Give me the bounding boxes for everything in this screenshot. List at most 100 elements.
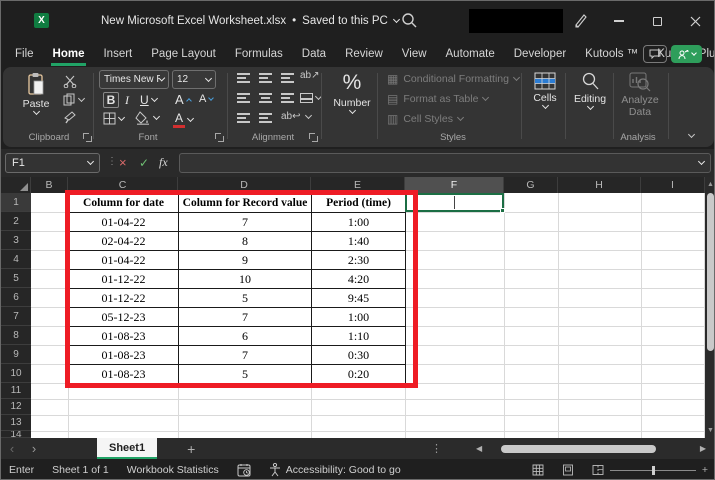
column-header-B[interactable]: B [31, 177, 68, 193]
row-header-12[interactable]: 12 [1, 399, 31, 415]
column-header-G[interactable]: G [504, 177, 558, 193]
search-icon[interactable] [401, 12, 418, 29]
workbook-statistics[interactable]: Workbook Statistics [127, 464, 219, 476]
minimize-button[interactable] [600, 1, 638, 41]
sheet-tab-sheet1[interactable]: Sheet1 [97, 438, 157, 459]
tab-kutools[interactable]: Kutools ™ [585, 48, 638, 60]
tab-insert[interactable]: Insert [103, 48, 132, 60]
select-all-corner[interactable] [1, 177, 31, 193]
formula-input[interactable] [179, 153, 711, 173]
decrease-font-button[interactable]: A [199, 93, 213, 105]
cut-button[interactable] [63, 75, 77, 88]
scroll-left-icon[interactable]: ◀ [476, 444, 482, 453]
row-header-14[interactable]: 14 [1, 431, 31, 438]
accessibility-status[interactable]: Accessibility: Good to go [269, 463, 401, 477]
zoom-slider[interactable] [610, 470, 696, 471]
align-center-icon[interactable] [259, 93, 272, 103]
decrease-indent-icon[interactable] [237, 113, 250, 123]
formula-bar-divider[interactable]: ⋮ [107, 156, 117, 167]
draw-pen-icon[interactable] [573, 12, 589, 28]
align-bottom-icon[interactable] [281, 73, 294, 83]
number-group-button[interactable]: % Number [329, 71, 375, 113]
align-top-icon[interactable] [237, 73, 250, 83]
font-color-button[interactable]: A [173, 111, 193, 128]
italic-button[interactable]: I [125, 93, 129, 108]
increase-font-button[interactable]: A [175, 92, 191, 107]
row-header-5[interactable]: 5 [1, 269, 31, 288]
column-header-H[interactable]: H [558, 177, 641, 193]
calendar-clock-icon[interactable] [237, 463, 251, 477]
share-button[interactable] [671, 45, 702, 63]
tab-data[interactable]: Data [302, 48, 326, 60]
maximize-button[interactable] [638, 1, 676, 41]
enter-check-icon[interactable]: ✓ [139, 156, 149, 170]
page-layout-view-icon[interactable] [562, 464, 574, 476]
editing-group-button[interactable]: Editing [569, 72, 611, 109]
row-header-2[interactable]: 2 [1, 212, 31, 231]
tab-view[interactable]: View [402, 48, 427, 60]
column-header-F[interactable]: F [405, 177, 504, 193]
bold-button[interactable]: B [103, 92, 119, 108]
align-right-icon[interactable] [281, 93, 294, 103]
tab-home[interactable]: Home [53, 48, 85, 60]
scroll-right-icon[interactable]: ▶ [700, 444, 706, 453]
name-box[interactable]: F1 [5, 153, 100, 173]
zoom-out-icon[interactable]: − [598, 464, 604, 476]
normal-view-icon[interactable] [532, 464, 544, 476]
comments-button[interactable] [643, 45, 667, 63]
row-header-3[interactable]: 3 [1, 231, 31, 250]
increase-indent-icon[interactable] [259, 113, 272, 123]
saved-status-chevron-icon[interactable] [393, 16, 400, 23]
align-middle-icon[interactable] [259, 73, 272, 83]
row-header-6[interactable]: 6 [1, 288, 31, 307]
font-size-combo[interactable]: 12 [172, 70, 216, 89]
insert-function-icon[interactable]: fx [159, 155, 168, 170]
copy-button[interactable] [63, 93, 84, 106]
row-header-11[interactable]: 11 [1, 383, 31, 399]
fill-handle[interactable] [500, 208, 505, 213]
clipboard-dialog-launcher-icon[interactable] [83, 133, 92, 142]
vertical-scrollbar[interactable]: ▲ ▼ [705, 177, 715, 438]
tab-formulas[interactable]: Formulas [235, 48, 283, 60]
collapse-ribbon-chevron-icon[interactable] [688, 131, 695, 138]
row-header-1[interactable]: 1 [1, 193, 31, 212]
align-left-icon[interactable] [237, 93, 250, 103]
cancel-icon[interactable]: × [119, 155, 127, 170]
row-header-9[interactable]: 9 [1, 345, 31, 364]
underline-button[interactable]: U [140, 93, 157, 107]
column-header-I[interactable]: I [641, 177, 705, 193]
paste-button[interactable]: Paste [17, 72, 55, 114]
fill-color-button[interactable] [135, 111, 159, 125]
saved-status[interactable]: Saved to this PC [302, 15, 388, 27]
close-button[interactable] [676, 1, 714, 41]
add-sheet-button[interactable]: + [187, 441, 195, 457]
tab-file[interactable]: File [15, 48, 34, 60]
merge-center-icon[interactable] [300, 93, 313, 103]
scroll-down-icon[interactable]: ▼ [705, 427, 715, 434]
tab-page-layout[interactable]: Page Layout [151, 48, 216, 60]
cells-group-button[interactable]: Cells [525, 72, 565, 108]
row-header-8[interactable]: 8 [1, 326, 31, 345]
zoom-in-icon[interactable]: + [702, 464, 708, 476]
font-dialog-launcher-icon[interactable] [215, 133, 224, 142]
font-name-combo[interactable]: Times New Ro [99, 70, 169, 89]
next-sheet-icon[interactable]: › [23, 441, 45, 456]
wrap-text-button[interactable]: ab↩ [281, 111, 301, 122]
row-header-7[interactable]: 7 [1, 307, 31, 326]
scroll-up-icon[interactable]: ▲ [705, 181, 715, 188]
row-header-10[interactable]: 10 [1, 364, 31, 383]
format-painter-button[interactable] [63, 111, 77, 124]
horizontal-scroll-thumb[interactable] [501, 445, 656, 453]
formula-expand-chevron-icon[interactable] [698, 158, 705, 165]
tab-developer[interactable]: Developer [514, 48, 566, 60]
row-header-13[interactable]: 13 [1, 415, 31, 431]
horizontal-scrollbar[interactable]: ◀ ▶ [476, 444, 706, 453]
orientation-button[interactable]: ab↗ [300, 70, 320, 81]
tab-automate[interactable]: Automate [446, 48, 495, 60]
tab-review[interactable]: Review [345, 48, 383, 60]
borders-button[interactable] [103, 112, 124, 125]
vertical-scroll-thumb[interactable] [707, 193, 714, 351]
alignment-dialog-launcher-icon[interactable] [309, 133, 318, 142]
sheet-options-dots-icon[interactable]: ⋮ [431, 442, 442, 455]
row-header-4[interactable]: 4 [1, 250, 31, 269]
